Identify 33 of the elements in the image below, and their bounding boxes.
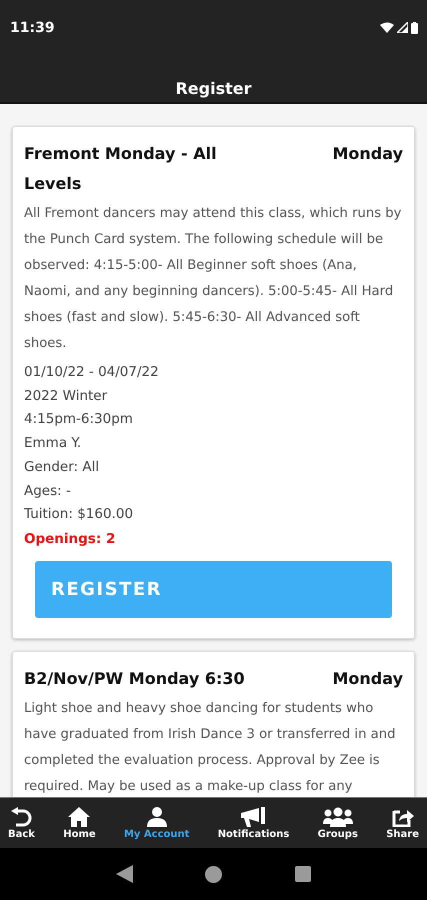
group-icon (322, 806, 353, 826)
status-time: 11:39 (10, 20, 55, 36)
class-description: Light shoe and heavy shoe dancing for students who have graduated from Irish Dance 3 or transferred in and completed the evaluation process. Approval by Zee is required. May be used as a make-up class for any (24, 700, 396, 796)
class-detail: Tuition: $160.00 (24, 505, 134, 524)
class-day: Monday (332, 664, 403, 694)
wifi-icon (380, 22, 394, 33)
signal-icon (397, 22, 408, 33)
battery-icon (411, 22, 418, 34)
class-title: B2/Nov/PW Monday 6:30 (24, 668, 245, 690)
back-nav-icon[interactable] (116, 865, 134, 883)
class-title: Fremont Monday - All Levels (24, 143, 218, 195)
megaphone-icon (240, 806, 267, 826)
class-detail: Emma Y. (24, 434, 82, 454)
class-detail: Ages: - (24, 482, 72, 501)
person-icon (146, 806, 168, 826)
class-detail: 01/10/22 - 04/07/22 (24, 363, 160, 382)
nav-tab[interactable]: Back (4, 798, 39, 848)
class-detail: 4:15pm-6:30pm (24, 410, 134, 430)
nav-tab[interactable]: My Account (120, 798, 194, 848)
class-day: Monday (332, 139, 403, 169)
page-title: Register (175, 79, 252, 98)
class-detail: 2022 Winter (24, 386, 108, 406)
class-detail: Gender: All (24, 458, 100, 477)
home-icon (68, 806, 90, 826)
nav-tab[interactable]: Home (59, 798, 100, 848)
back-icon (10, 806, 32, 826)
nav-tab[interactable]: Share (382, 798, 423, 848)
class-description: All Fremont dancers may attend this class, which runs by the Punch Card system. The following schedule will be observed: 4:15-5:00- All Beginner soft shoes (Ana, Naomi, and any beginning dancers). 5:00-5:45- All Hard shoes (fast and slow). 5:45-6:30- All Advanced soft shoes. (24, 205, 402, 353)
openings-text: Openings: 2 (24, 530, 116, 549)
nav-tab[interactable]: Notifications (214, 798, 294, 848)
home-nav-icon[interactable] (205, 866, 222, 882)
nav-tab[interactable]: Groups (314, 798, 362, 848)
recents-nav-icon[interactable] (294, 866, 311, 882)
